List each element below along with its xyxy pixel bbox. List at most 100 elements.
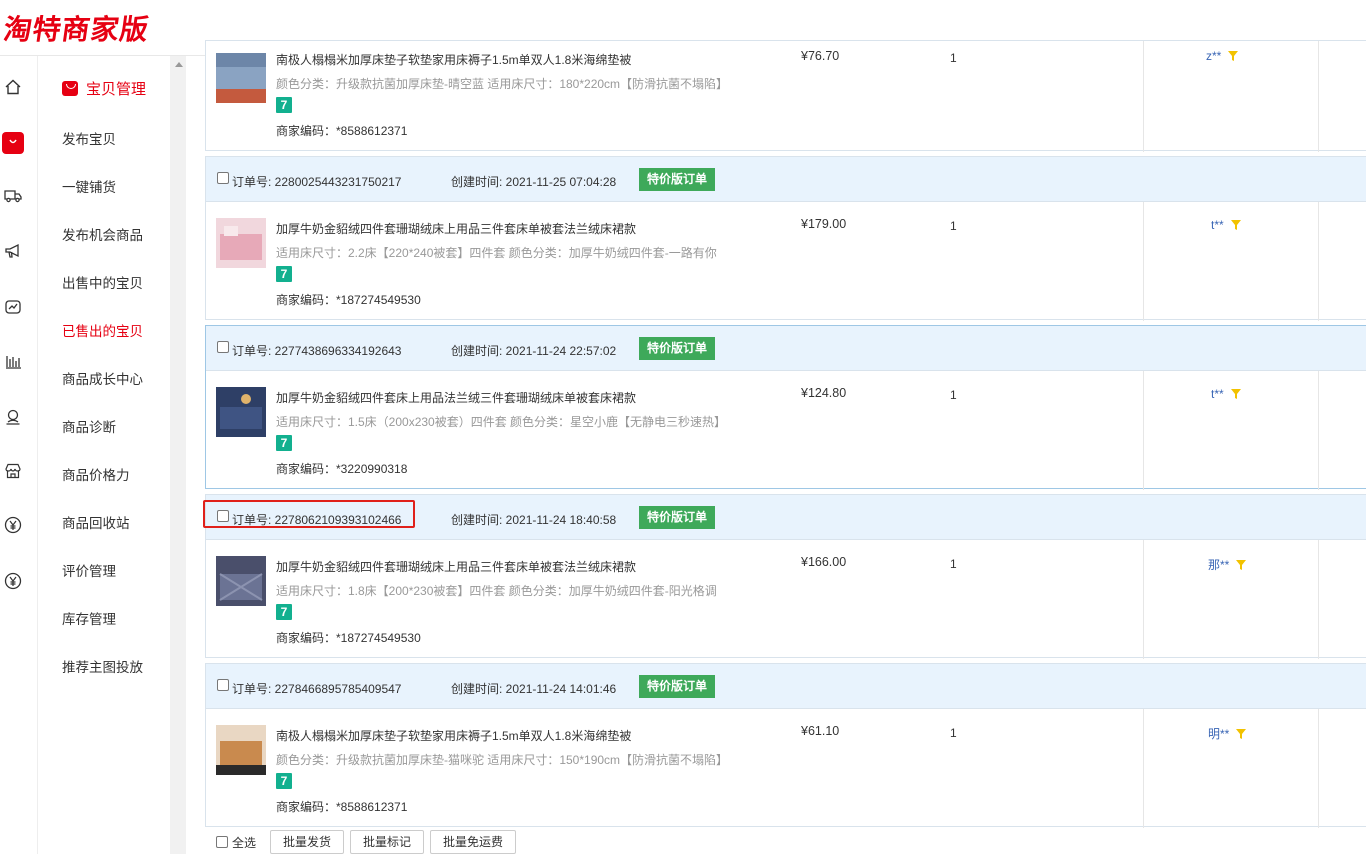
merchant-code: 商家编码：*8588612371 — [276, 800, 408, 814]
price: ¥124.80 — [801, 386, 847, 400]
buyer[interactable]: t** — [1211, 387, 1242, 401]
product-name-link[interactable]: 南极人榻榻米加厚床垫子软垫家用床褥子1.5m单双人1.8米海绵垫被 — [276, 51, 631, 68]
order-checkbox[interactable] — [217, 172, 229, 184]
bag-icon — [62, 81, 78, 96]
flag-icon[interactable] — [1227, 50, 1239, 62]
product-spec: 颜色分类：升级款抗菌加厚床垫-晴空蓝 适用床尺寸：180*220cm【防滑抗菌不… — [276, 77, 729, 91]
flag-icon[interactable] — [1235, 728, 1247, 740]
flag-icon[interactable] — [1230, 388, 1242, 400]
price: ¥166.00 — [801, 555, 847, 569]
price: ¥179.00 — [801, 217, 847, 231]
divider — [1143, 202, 1144, 321]
sidebar-item-publish[interactable]: 发布宝贝 — [62, 128, 116, 148]
buyer[interactable]: t** — [1211, 218, 1242, 232]
sidebar-section-title[interactable]: 宝贝管理 — [62, 78, 146, 99]
product-thumbnail[interactable] — [216, 218, 266, 268]
bag-icon[interactable] — [2, 132, 24, 154]
seven-day-return-badge: 7 — [276, 773, 292, 789]
merchant-code: 商家编码：*187274549530 — [276, 631, 421, 645]
product-name-link[interactable]: 加厚牛奶金貂绒四件套珊瑚绒床上用品三件套床单被套法兰绒床裙款 — [276, 220, 636, 237]
order-card: 订单号: 2280025443231750217 创建时间: 2021-11-2… — [205, 156, 1366, 321]
sidebar-item-one-click-listing[interactable]: 一键铺货 — [62, 176, 116, 196]
merchant-code: 商家编码：*8588612371 — [276, 124, 408, 138]
product-spec: 适用床尺寸：1.5床（200x230被套）四件套 颜色分类：星空小鹿【无静电三秒… — [276, 415, 727, 429]
buyer[interactable]: 那** — [1208, 556, 1247, 573]
divider — [1318, 202, 1319, 321]
product-thumbnail[interactable] — [216, 53, 266, 103]
product-spec: 适用床尺寸：1.8床【200*230被套】四件套 颜色分类：加厚牛奶绒四件套-阳… — [276, 584, 717, 598]
order-card: 订单号: 2277438696334192643 创建时间: 2021-11-2… — [205, 325, 1366, 490]
yen-icon[interactable] — [4, 572, 22, 590]
batch-ship-button[interactable]: 批量发货 — [270, 830, 345, 854]
product-spec: 适用床尺寸：2.2床【220*240被套】四件套 颜色分类：加厚牛奶绒四件套-一… — [276, 246, 717, 260]
divider — [1143, 41, 1144, 152]
product-thumbnail[interactable] — [216, 556, 266, 606]
bulk-action-bar: 全选 批量发货 批量标记 批量免运费 — [205, 830, 522, 854]
highlight-box — [203, 500, 415, 528]
yen-icon[interactable] — [4, 516, 22, 534]
order-number: 订单号: 2280025443231750217 — [232, 175, 402, 189]
product-thumbnail[interactable] — [216, 725, 266, 775]
order-header: 订单号: 2280025443231750217 创建时间: 2021-11-2… — [206, 157, 1366, 202]
order-checkbox[interactable] — [217, 679, 229, 691]
divider — [1318, 371, 1319, 490]
product-name-link[interactable]: 加厚牛奶金貂绒四件套珊瑚绒床上用品三件套床单被套法兰绒床裙款 — [276, 558, 636, 575]
price: ¥61.10 — [801, 724, 840, 738]
divider — [1318, 540, 1319, 659]
shop-icon[interactable] — [4, 462, 22, 480]
sidebar-item-price-power[interactable]: 商品价格力 — [62, 464, 130, 484]
scroll-up-arrow-icon[interactable] — [175, 62, 183, 67]
sidebar-item-inventory[interactable]: 库存管理 — [62, 608, 116, 628]
select-all-label[interactable]: 全选 — [232, 834, 256, 851]
quantity: 1 — [950, 51, 957, 65]
flag-icon[interactable] — [1235, 559, 1247, 571]
order-card: 南极人榻榻米加厚床垫子软垫家用床褥子1.5m单双人1.8米海绵垫被 颜色分类：升… — [205, 40, 1366, 152]
seven-day-return-badge: 7 — [276, 97, 292, 113]
quantity: 1 — [950, 557, 957, 571]
product-name-link[interactable]: 南极人榻榻米加厚床垫子软垫家用床褥子1.5m单双人1.8米海绵垫被 — [276, 727, 631, 744]
divider — [1318, 41, 1319, 152]
divider — [1143, 371, 1144, 490]
quantity: 1 — [950, 726, 957, 740]
megaphone-icon[interactable] — [4, 242, 22, 260]
seven-day-return-badge: 7 — [276, 604, 292, 620]
buyer[interactable]: 明** — [1208, 725, 1247, 742]
merchant-code: 商家编码：*187274549530 — [276, 293, 421, 307]
special-price-order-tag: 特价版订单 — [639, 675, 716, 698]
order-number: 订单号: 2278466895785409547 — [232, 682, 402, 696]
sidebar-item-main-image-ads[interactable]: 推荐主图投放 — [62, 656, 143, 676]
order-list: 南极人榻榻米加厚床垫子软垫家用床褥子1.5m单双人1.8米海绵垫被 颜色分类：升… — [186, 0, 1366, 854]
batch-mark-button[interactable]: 批量标记 — [350, 830, 425, 854]
sidebar-item-diagnosis[interactable]: 商品诊断 — [62, 416, 116, 436]
sidebar-scrollbar[interactable] — [170, 56, 186, 854]
order-header: 订单号: 2278466895785409547 创建时间: 2021-11-2… — [206, 664, 1366, 709]
product-spec: 颜色分类：升级款抗菌加厚床垫-猫咪驼 适用床尺寸：150*190cm【防滑抗菌不… — [276, 753, 729, 767]
sidebar-item-recycle-bin[interactable]: 商品回收站 — [62, 512, 130, 532]
sidebar-item-sold[interactable]: 已售出的宝贝 — [62, 320, 143, 340]
batch-free-shipping-button[interactable]: 批量免运费 — [430, 830, 517, 854]
buyer[interactable]: z** — [1206, 49, 1239, 63]
order-header: 订单号: 2277438696334192643 创建时间: 2021-11-2… — [206, 326, 1366, 371]
order-created-time: 创建时间: 2021-11-24 22:57:02 — [451, 344, 617, 358]
select-all-checkbox[interactable] — [216, 836, 228, 848]
order-checkbox[interactable] — [217, 341, 229, 353]
quantity: 1 — [950, 388, 957, 402]
product-thumbnail[interactable] — [216, 387, 266, 437]
order-card: 订单号: 2278466895785409547 创建时间: 2021-11-2… — [205, 663, 1366, 828]
sidebar-item-on-sale[interactable]: 出售中的宝贝 — [62, 272, 143, 292]
bar-chart-icon[interactable] — [4, 352, 22, 370]
sidebar-item-opportunity-products[interactable]: 发布机会商品 — [62, 224, 143, 244]
order-number: 订单号: 2277438696334192643 — [232, 344, 402, 358]
truck-icon[interactable] — [4, 186, 22, 204]
chart-icon[interactable] — [4, 298, 22, 316]
sidebar-item-reviews[interactable]: 评价管理 — [62, 560, 116, 580]
order-created-time: 创建时间: 2021-11-24 14:01:46 — [451, 682, 617, 696]
app-logo[interactable]: 淘特商家版 — [1, 8, 152, 48]
sidebar-item-growth-center[interactable]: 商品成长中心 — [62, 368, 143, 388]
flag-icon[interactable] — [1230, 219, 1242, 231]
user-icon[interactable] — [4, 408, 22, 426]
quantity: 1 — [950, 219, 957, 233]
special-price-order-tag: 特价版订单 — [639, 506, 716, 529]
product-name-link[interactable]: 加厚牛奶金貂绒四件套床上用品法兰绒三件套珊瑚绒床单被套床裙款 — [276, 389, 636, 406]
home-icon[interactable] — [4, 78, 22, 96]
